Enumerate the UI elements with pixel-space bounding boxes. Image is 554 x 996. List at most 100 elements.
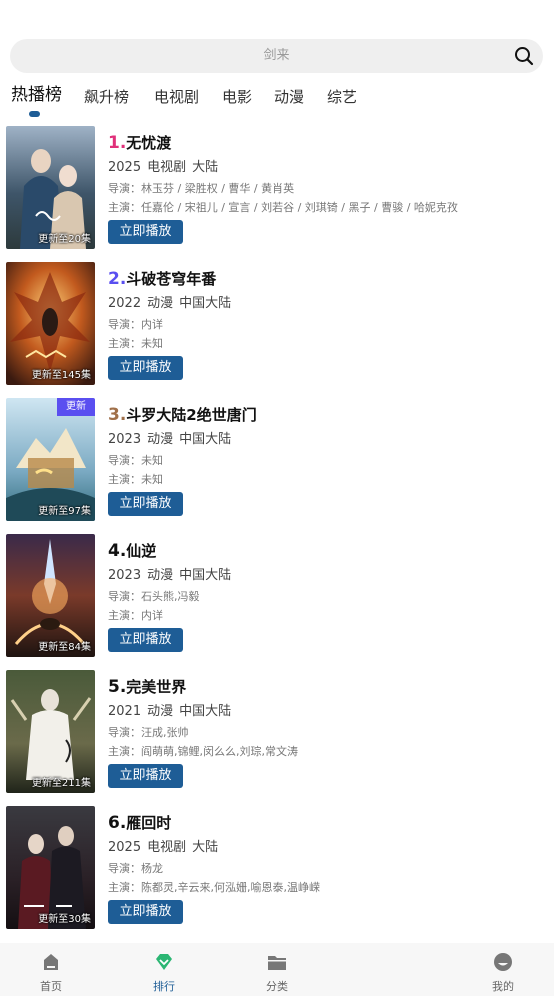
rank-number: 5. — [108, 677, 127, 697]
cast-line: 主演：内详 — [108, 609, 163, 622]
title-text: 斗破苍穹年番 — [126, 270, 217, 288]
list-item[interactable]: 更新 更新至97集 3.斗罗大陆2绝世唐门 2023 动漫 中国大陆 导演：未知 主… — [0, 398, 554, 522]
tab-variety[interactable]: 综艺 — [327, 86, 357, 108]
title-text: 无忧渡 — [126, 134, 172, 152]
play-button[interactable]: 立即播放 — [108, 356, 183, 380]
item-meta: 2022 动漫 中国大陆 — [108, 292, 237, 311]
nav-category[interactable]: 分类 — [237, 943, 317, 996]
episode-badge: 更新至211集 — [31, 778, 91, 789]
year: 2023 — [108, 568, 142, 583]
cast-line: 主演：陈都灵,辛云来,何泓姗,喻恩泰,温峥嵘 — [108, 881, 320, 894]
search-icon[interactable] — [514, 46, 534, 66]
episode-badge: 更新至84集 — [38, 642, 91, 653]
list-item[interactable]: 更新至145集 2.斗破苍穹年番 2022 动漫 中国大陆 导演：内详 主演：未知 … — [0, 262, 554, 386]
item-title[interactable]: 4.仙逆 — [108, 540, 156, 561]
poster[interactable]: 更新至84集 — [6, 534, 95, 657]
director-line: 导演：石头熊,冯毅 — [108, 590, 200, 603]
folder-icon — [268, 956, 286, 970]
year: 2025 — [108, 160, 142, 175]
rank-number: 4. — [108, 541, 127, 561]
year: 2025 — [108, 840, 142, 855]
director-line: 导演：汪成,张帅 — [108, 726, 189, 739]
list-item[interactable]: 更新至20集 1.无忧渡 2025 电视剧 大陆 导演：林玉芬 / 梁胜权 / 曹华… — [0, 126, 554, 250]
cast-line: 主演：任嘉伦 / 宋祖儿 / 宣言 / 刘若谷 / 刘琪锜 / 黑子 / 曹骏 … — [108, 201, 458, 214]
year: 2022 — [108, 296, 142, 311]
title-text: 斗罗大陆2绝世唐门 — [126, 406, 257, 424]
type: 动漫 — [147, 568, 174, 583]
home-icon — [44, 954, 58, 970]
item-meta: 2023 动漫 中国大陆 — [108, 428, 237, 447]
item-meta: 2023 动漫 中国大陆 — [108, 564, 237, 583]
item-meta: 2021 动漫 中国大陆 — [108, 700, 237, 719]
nav-home[interactable]: 首页 — [11, 943, 91, 996]
type: 动漫 — [147, 704, 174, 719]
poster[interactable]: 更新至211集 — [6, 670, 95, 793]
poster[interactable]: 更新 更新至97集 — [6, 398, 95, 521]
nav-label: 分类 — [266, 980, 288, 993]
region: 中国大陆 — [179, 432, 232, 447]
profile-icon — [494, 953, 512, 971]
play-button[interactable]: 立即播放 — [108, 220, 183, 244]
episode-badge: 更新至20集 — [38, 234, 91, 245]
title-text: 雁回时 — [126, 814, 172, 832]
play-button[interactable]: 立即播放 — [108, 900, 183, 924]
cast-line: 主演：未知 — [108, 473, 163, 486]
item-title[interactable]: 1.无忧渡 — [108, 132, 171, 153]
tab-anime[interactable]: 动漫 — [274, 86, 304, 108]
item-title[interactable]: 3.斗罗大陆2绝世唐门 — [108, 404, 257, 425]
region: 大陆 — [192, 160, 219, 175]
nav-label: 排行 — [153, 980, 175, 993]
list-item[interactable]: 更新至30集 6.雁回时 2025 电视剧 大陆 导演：杨龙 主演：陈都灵,辛云来,… — [0, 806, 554, 930]
type: 电视剧 — [147, 160, 187, 175]
region: 中国大陆 — [179, 296, 232, 311]
tab-hot[interactable]: 热播榜 — [11, 84, 62, 106]
type: 动漫 — [147, 432, 174, 447]
region: 中国大陆 — [179, 568, 232, 583]
title-text: 仙逆 — [126, 542, 157, 560]
episode-badge: 更新至145集 — [31, 370, 91, 381]
type: 电视剧 — [147, 840, 187, 855]
list-item[interactable]: 更新至211集 5.完美世界 2021 动漫 中国大陆 导演：汪成,张帅 主演：阎萌… — [0, 670, 554, 794]
director-line: 导演：杨龙 — [108, 862, 163, 875]
poster[interactable]: 更新至20集 — [6, 126, 95, 249]
new-badge: 更新 — [57, 398, 95, 416]
item-meta: 2025 电视剧 大陆 — [108, 836, 224, 855]
poster[interactable]: 更新至145集 — [6, 262, 95, 385]
nav-label: 我的 — [492, 980, 514, 993]
cast-line: 主演：阎萌萌,锦鲤,闵么么,刘琮,常文涛 — [108, 745, 298, 758]
director-line: 导演：未知 — [108, 454, 163, 467]
director-line: 导演：林玉芬 / 梁胜权 / 曹华 / 黄肖英 — [108, 182, 295, 195]
search-bar[interactable]: 剑来 — [10, 39, 543, 73]
item-title[interactable]: 2.斗破苍穹年番 — [108, 268, 216, 289]
rank-number: 6. — [108, 813, 127, 833]
director-line: 导演：内详 — [108, 318, 163, 331]
episode-badge: 更新至30集 — [38, 914, 91, 925]
item-title[interactable]: 6.雁回时 — [108, 812, 171, 833]
play-button[interactable]: 立即播放 — [108, 492, 183, 516]
episode-badge: 更新至97集 — [38, 506, 91, 517]
list-item[interactable]: 更新至84集 4.仙逆 2023 动漫 中国大陆 导演：石头熊,冯毅 主演：内详 立… — [0, 534, 554, 658]
region: 大陆 — [192, 840, 219, 855]
region: 中国大陆 — [179, 704, 232, 719]
nav-profile[interactable]: 我的 — [463, 943, 543, 996]
item-title[interactable]: 5.完美世界 — [108, 676, 186, 697]
play-button[interactable]: 立即播放 — [108, 764, 183, 788]
tab-tv[interactable]: 电视剧 — [154, 86, 199, 108]
year: 2021 — [108, 704, 142, 719]
play-button[interactable]: 立即播放 — [108, 628, 183, 652]
year: 2023 — [108, 432, 142, 447]
tab-rising[interactable]: 飙升榜 — [84, 86, 129, 108]
item-meta: 2025 电视剧 大陆 — [108, 156, 224, 175]
type: 动漫 — [147, 296, 174, 311]
ranking-icon — [156, 954, 172, 970]
nav-label: 首页 — [40, 980, 62, 993]
nav-ranking[interactable]: 排行 — [124, 943, 204, 996]
rank-number: 2. — [108, 269, 127, 289]
tab-indicator — [29, 111, 40, 117]
search-placeholder: 剑来 — [263, 48, 290, 63]
title-text: 完美世界 — [126, 678, 187, 696]
rank-number: 3. — [108, 405, 127, 425]
poster[interactable]: 更新至30集 — [6, 806, 95, 929]
category-tabs: 热播榜 飙升榜 电视剧 电影 动漫 综艺 — [0, 84, 554, 124]
tab-movie[interactable]: 电影 — [222, 86, 252, 108]
